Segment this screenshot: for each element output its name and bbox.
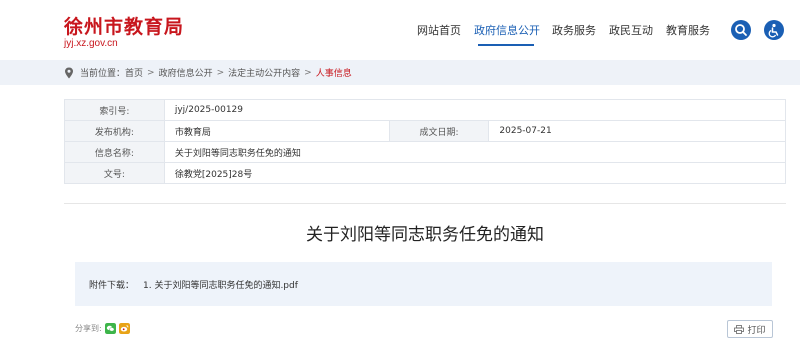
nav-item-education[interactable]: 教育服务 [666, 22, 710, 38]
location-pin-icon [65, 67, 73, 78]
weibo-icon[interactable] [118, 323, 130, 334]
share-bar: 分享到: [75, 323, 130, 334]
breadcrumb-gov-info[interactable]: 政府信息公开 [159, 66, 213, 79]
site-header: 徐州市教育局 jyj.xz.gov.cn 网站首页 政府信息公开 政务服务 政民… [0, 0, 800, 60]
attachment-label: 附件下载： [89, 281, 135, 291]
index-value: jyj/2025-00129 [163, 99, 787, 121]
accessibility-button[interactable] [764, 20, 784, 40]
table-row: 文号: 徐教党[2025]28号 [64, 162, 787, 184]
breadcrumb-statutory-content[interactable]: 法定主动公开内容 [228, 66, 300, 79]
share-label: 分享到: [75, 324, 102, 333]
attachment-file-link[interactable]: 1. 关于刘阳等同志职务任免的通知.pdf [143, 278, 298, 291]
breadcrumb-prefix: 当前位置： [80, 69, 126, 79]
info-metadata-table: 索引号: jyj/2025-00129 发布机构: 市教育局 成文日期: 202… [64, 99, 787, 184]
doc-number-label: 文号: [64, 162, 165, 184]
breadcrumb-separator: > [304, 67, 312, 78]
wechat-icon[interactable] [104, 323, 116, 334]
nav-item-services[interactable]: 政务服务 [552, 22, 596, 38]
main-nav: 网站首页 政府信息公开 政务服务 政民互动 教育服务 [0, 22, 800, 42]
table-row: 索引号: jyj/2025-00129 [64, 99, 787, 121]
publisher-label: 发布机构: [64, 120, 165, 142]
index-label: 索引号: [64, 99, 165, 121]
info-name-value: 关于刘阳等同志职务任免的通知 [163, 141, 787, 163]
breadcrumb-separator: > [216, 67, 225, 78]
divider [64, 203, 786, 204]
breadcrumb-personnel-info[interactable]: 人事信息 [316, 66, 352, 79]
breadcrumb-bar: 当前位置： 首页 > 政府信息公开 > 法定主动公开内容 > 人事信息 [0, 60, 800, 85]
nav-item-gov-info[interactable]: 政府信息公开 [474, 22, 540, 38]
breadcrumb-separator: > [147, 67, 155, 78]
nav-item-home[interactable]: 网站首页 [417, 22, 461, 38]
table-row: 发布机构: 市教育局 成文日期: 2025-07-21 [64, 120, 786, 142]
nav-active-indicator [478, 44, 534, 46]
publisher-value: 市教育局 [163, 120, 390, 142]
print-button[interactable]: 打印 [727, 320, 773, 338]
breadcrumb: 当前位置： 首页 > 政府信息公开 > 法定主动公开内容 > 人事信息 [64, 66, 352, 79]
search-button[interactable] [731, 20, 751, 40]
search-icon [735, 24, 747, 36]
doc-number-value: 徐教党[2025]28号 [163, 162, 787, 184]
attachment-box: 附件下载： 1. 关于刘阳等同志职务任免的通知.pdf [75, 262, 772, 306]
date-label: 成文日期: [388, 120, 490, 142]
breadcrumb-home[interactable]: 首页 [125, 66, 143, 79]
article-title: 关于刘阳等同志职务任免的通知 [306, 225, 544, 245]
table-row: 信息名称: 关于刘阳等同志职务任免的通知 [64, 141, 787, 163]
accessibility-icon [768, 23, 779, 38]
nav-item-interaction[interactable]: 政民互动 [609, 22, 653, 38]
print-label: 打印 [747, 325, 766, 336]
printer-icon [734, 324, 745, 334]
info-name-label: 信息名称: [64, 141, 165, 163]
date-value: 2025-07-21 [488, 120, 786, 142]
